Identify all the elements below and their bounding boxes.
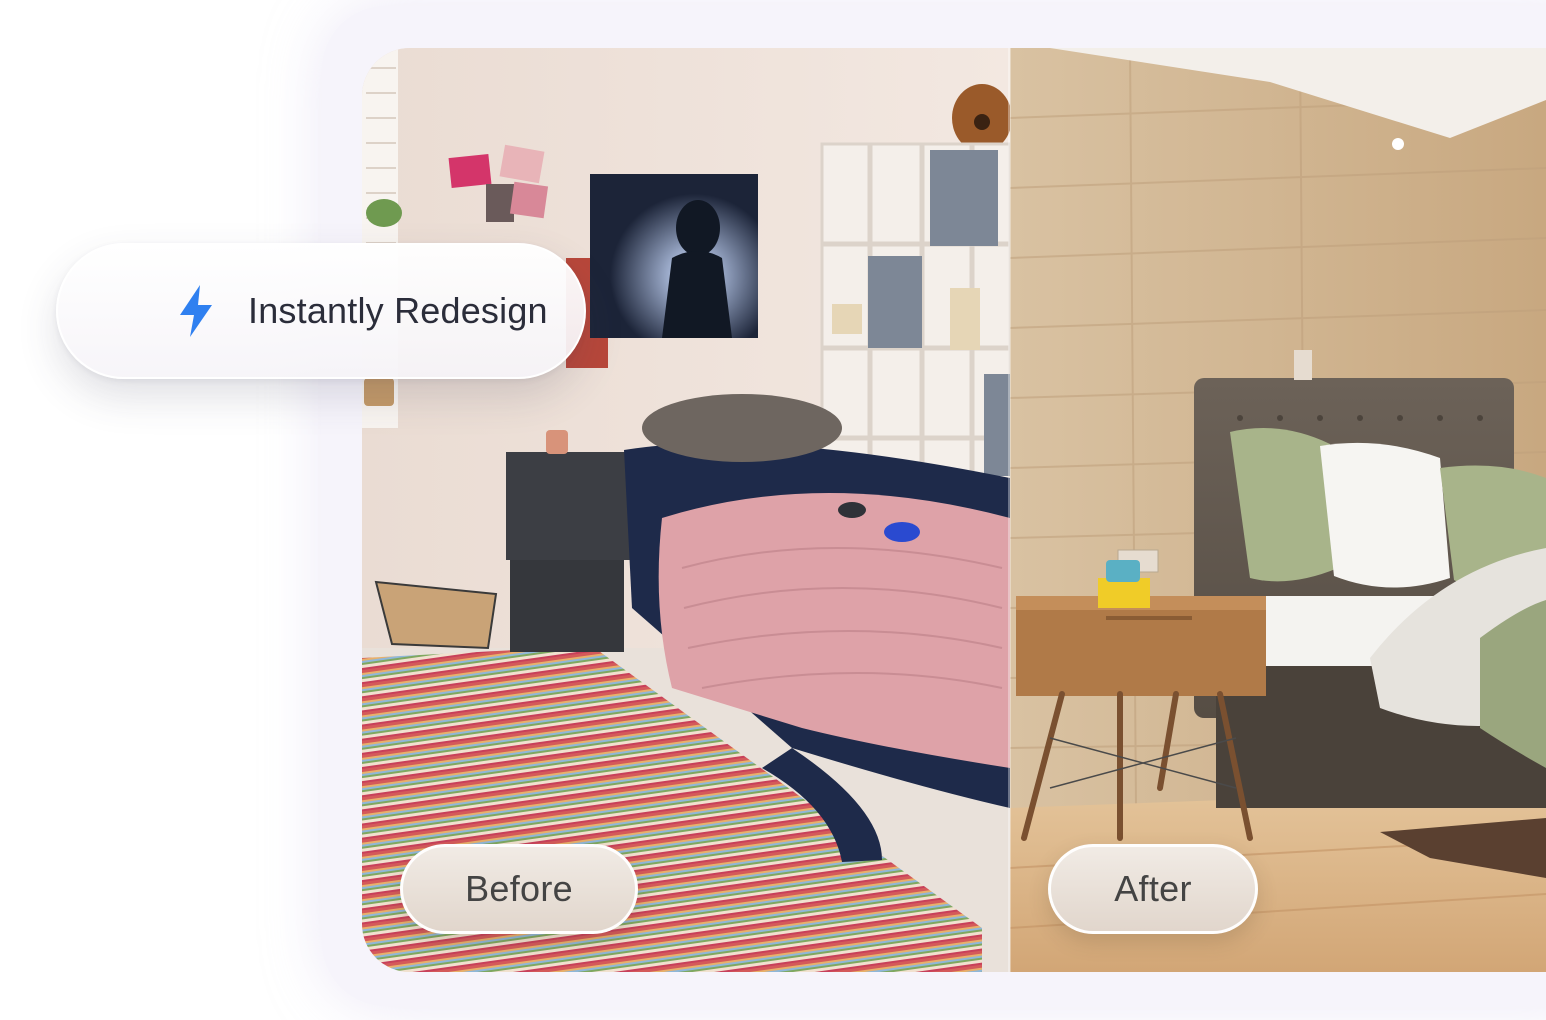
badge-label: Instantly Redesign <box>248 290 548 331</box>
before-image: Before <box>362 48 1010 972</box>
lightning-bolt-icon <box>180 285 212 337</box>
before-room-illustration <box>362 48 1010 972</box>
before-after-card: Before After <box>362 48 1546 972</box>
stage: Before After Instantly Redesign <box>0 0 1546 1020</box>
after-label-button[interactable]: After <box>1048 844 1258 934</box>
before-label: Before <box>465 868 573 909</box>
before-label-button[interactable]: Before <box>400 844 638 934</box>
after-image: After <box>1010 48 1546 972</box>
comparison-divider[interactable] <box>1008 48 1011 972</box>
after-label: After <box>1114 868 1192 909</box>
instantly-redesign-badge[interactable]: Instantly Redesign <box>56 243 586 379</box>
after-room-illustration <box>1010 48 1546 972</box>
